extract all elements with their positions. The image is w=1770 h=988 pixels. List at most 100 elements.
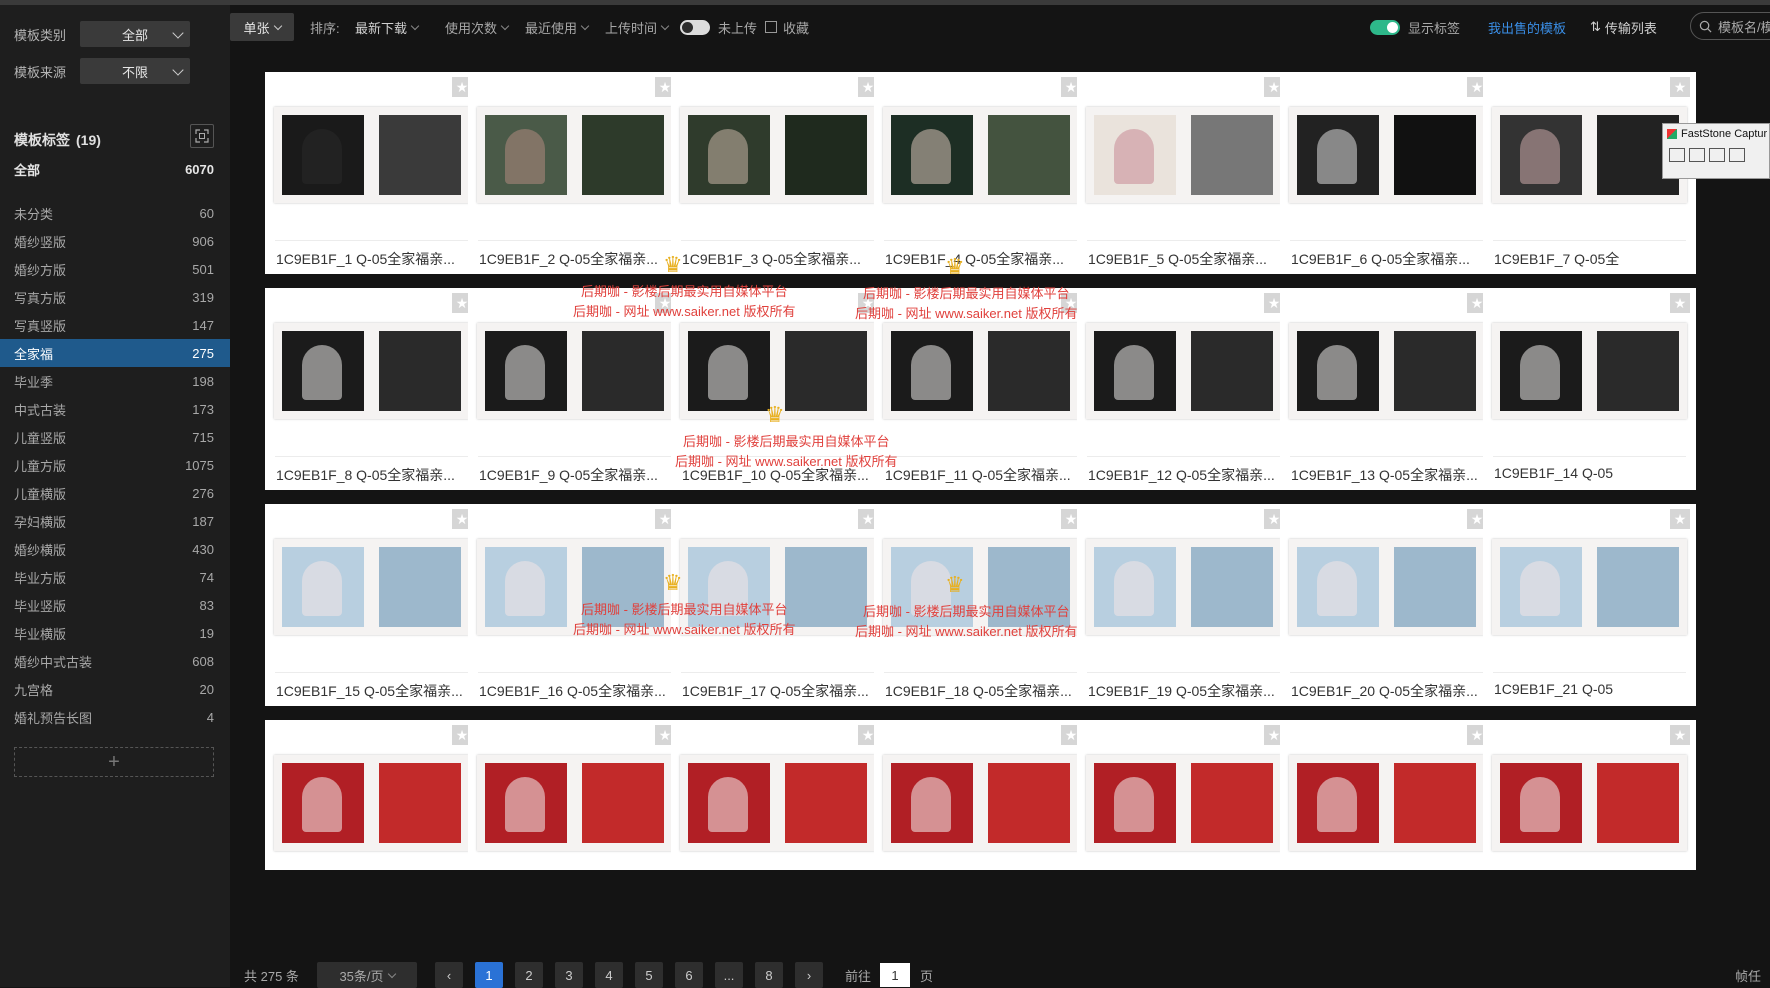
expand-tags-button[interactable]: [190, 124, 214, 148]
page-button[interactable]: 8: [755, 962, 783, 988]
tag-item-all[interactable]: 全部 6070: [0, 155, 230, 183]
page-button[interactable]: 1: [475, 962, 503, 988]
goto-page-input[interactable]: 1: [880, 963, 910, 987]
template-card[interactable]: ★1C9EB1F_8 Q-05全家福亲...类型: 全家福模板标签: 全家福: [265, 288, 478, 490]
template-thumbnail[interactable]: [1483, 504, 1696, 669]
template-thumbnail[interactable]: [1483, 288, 1696, 453]
tag-item[interactable]: 毕业方版 74: [0, 563, 230, 591]
prev-page-button[interactable]: ‹: [435, 962, 463, 988]
tag-item[interactable]: 婚纱中式古装 608: [0, 647, 230, 675]
template-card[interactable]: ★ 1C9EB1F_21 Q-05 类型: 全家福模板标签: [1483, 504, 1696, 706]
tag-item[interactable]: 全家福 275: [0, 339, 230, 367]
template-thumbnail[interactable]: [1077, 72, 1290, 237]
template-thumbnail[interactable]: [468, 72, 681, 237]
template-card[interactable]: ★1C9EB1F_19 Q-05全家福亲...类型: 全家福模板标签: 全家福: [1077, 504, 1290, 706]
tag-item[interactable]: 孕妇横版 187: [0, 507, 230, 535]
favorite-star-icon[interactable]: ★: [1670, 77, 1690, 97]
next-page-button[interactable]: ›: [795, 962, 823, 988]
page-button[interactable]: 4: [595, 962, 623, 988]
page-button[interactable]: 2: [515, 962, 543, 988]
per-page-select[interactable]: 35条/页: [317, 962, 417, 988]
template-thumbnail[interactable]: [468, 720, 681, 870]
template-card[interactable]: ★: [468, 720, 681, 870]
show-tags-toggle[interactable]: 显示标签: [1370, 13, 1460, 41]
template-thumbnail[interactable]: [1280, 72, 1493, 237]
search-input[interactable]: 模板名/模: [1690, 12, 1770, 40]
add-tag-button[interactable]: +: [14, 747, 214, 777]
tag-item[interactable]: 儿童方版 1075: [0, 451, 230, 479]
my-sold-templates-link[interactable]: 我出售的模板: [1488, 13, 1566, 41]
template-card[interactable]: ★1C9EB1F_2 Q-05全家福亲...类型: 全家福模板标签: 全家福: [468, 72, 681, 274]
template-thumbnail[interactable]: [874, 288, 1087, 453]
template-card[interactable]: ★1C9EB1F_5 Q-05全家福亲...类型: 全家福模板标签: 全家福: [1077, 72, 1290, 274]
page-button[interactable]: 5: [635, 962, 663, 988]
sort-usage-count[interactable]: 使用次数: [445, 13, 510, 41]
favorite-star-icon[interactable]: ★: [1670, 509, 1690, 529]
tag-item[interactable]: 婚纱竖版 906: [0, 227, 230, 255]
not-uploaded-toggle[interactable]: 未上传: [680, 13, 757, 41]
freehand-capture-icon[interactable]: [1729, 148, 1745, 162]
favorites-checkbox[interactable]: 收藏: [765, 13, 809, 41]
template-card[interactable]: ★ 1C9EB1F_14 Q-05 类型: 全家福模板标签: [1483, 288, 1696, 490]
template-thumbnail[interactable]: [671, 288, 884, 453]
template-thumbnail[interactable]: [1077, 720, 1290, 870]
template-card[interactable]: ★1C9EB1F_11 Q-05全家福亲...类型: 全家福模板标签: 全家福: [874, 288, 1087, 490]
template-card[interactable]: ★: [1483, 720, 1696, 870]
template-thumbnail[interactable]: [1280, 720, 1493, 870]
template-card[interactable]: ★1C9EB1F_12 Q-05全家福亲...类型: 全家福模板标签: 全家福: [1077, 288, 1290, 490]
toggle-switch[interactable]: [680, 19, 710, 35]
template-thumbnail[interactable]: [874, 72, 1087, 237]
toggle-switch[interactable]: [1370, 19, 1400, 35]
template-card[interactable]: ★1C9EB1F_17 Q-05全家福亲...类型: 全家福模板标签: 全家福: [671, 504, 884, 706]
template-card[interactable]: ★1C9EB1F_9 Q-05全家福亲...类型: 全家福模板标签: 全家福: [468, 288, 681, 490]
template-thumbnail[interactable]: [1280, 288, 1493, 453]
tag-item[interactable]: 婚纱横版 430: [0, 535, 230, 563]
template-thumbnail[interactable]: [874, 504, 1087, 669]
template-card[interactable]: ★1C9EB1F_20 Q-05全家福亲...类型: 全家福模板标签: 全家福: [1280, 504, 1493, 706]
favorite-star-icon[interactable]: ★: [1670, 293, 1690, 313]
template-card[interactable]: ★1C9EB1F_16 Q-05全家福亲...类型: 全家福模板标签: 全家福: [468, 504, 681, 706]
tag-item[interactable]: 写真方版 319: [0, 283, 230, 311]
template-thumbnail[interactable]: [1077, 504, 1290, 669]
faststone-capture-toolbar[interactable]: FastStone Captur: [1662, 123, 1770, 179]
tag-item[interactable]: 儿童横版 276: [0, 479, 230, 507]
template-card[interactable]: ★: [1077, 720, 1290, 870]
template-card[interactable]: ★: [265, 720, 478, 870]
view-mode-select[interactable]: 单张: [230, 13, 294, 41]
sort-recent-use[interactable]: 最近使用: [525, 13, 590, 41]
sort-upload-time[interactable]: 上传时间: [605, 13, 670, 41]
template-card[interactable]: ★1C9EB1F_18 Q-05全家福亲...类型: 全家福模板标签: 全家福: [874, 504, 1087, 706]
template-thumbnail[interactable]: [265, 288, 478, 453]
template-card[interactable]: ★1C9EB1F_10 Q-05全家福亲...类型: 全家福模板标签: 全家福: [671, 288, 884, 490]
region-capture-icon[interactable]: [1709, 148, 1725, 162]
template-card[interactable]: ★1C9EB1F_13 Q-05全家福亲...类型: 全家福模板标签: 全家福: [1280, 288, 1493, 490]
tag-item[interactable]: 儿童竖版 715: [0, 423, 230, 451]
open-icon[interactable]: [1669, 148, 1685, 162]
tag-item[interactable]: 毕业季 198: [0, 367, 230, 395]
template-thumbnail[interactable]: [265, 72, 478, 237]
template-card[interactable]: ★1C9EB1F_15 Q-05全家福亲...类型: 全家福模板标签: 全家福: [265, 504, 478, 706]
tag-item[interactable]: 写真竖版 147: [0, 311, 230, 339]
template-thumbnail[interactable]: [265, 504, 478, 669]
tag-item[interactable]: 婚纱方版 501: [0, 255, 230, 283]
template-thumbnail[interactable]: [671, 72, 884, 237]
sort-latest-download[interactable]: 最新下载: [355, 13, 420, 41]
tag-item[interactable]: 九宫格 20: [0, 675, 230, 703]
tag-item[interactable]: 毕业竖版 83: [0, 591, 230, 619]
transfer-list-button[interactable]: ⇅ 传输列表: [1590, 13, 1657, 41]
page-ellipsis[interactable]: ...: [715, 962, 743, 988]
page-button[interactable]: 3: [555, 962, 583, 988]
template-card[interactable]: ★1C9EB1F_1 Q-05全家福亲...类型: 全家福模板标签: 全家福: [265, 72, 478, 274]
template-thumbnail[interactable]: [265, 720, 478, 870]
tag-item[interactable]: 婚礼预告长图 4: [0, 703, 230, 731]
template-card[interactable]: ★: [671, 720, 884, 870]
page-button[interactable]: 6: [675, 962, 703, 988]
template-thumbnail[interactable]: [1483, 720, 1696, 870]
template-card[interactable]: ★: [874, 720, 1087, 870]
favorite-star-icon[interactable]: ★: [1670, 725, 1690, 745]
source-select[interactable]: 不限: [80, 58, 190, 84]
template-thumbnail[interactable]: [1077, 288, 1290, 453]
template-card[interactable]: ★1C9EB1F_4 Q-05全家福亲...类型: 全家福模板标签: 全家福: [874, 72, 1087, 274]
tag-item[interactable]: 毕业横版 19: [0, 619, 230, 647]
template-card[interactable]: ★: [1280, 720, 1493, 870]
